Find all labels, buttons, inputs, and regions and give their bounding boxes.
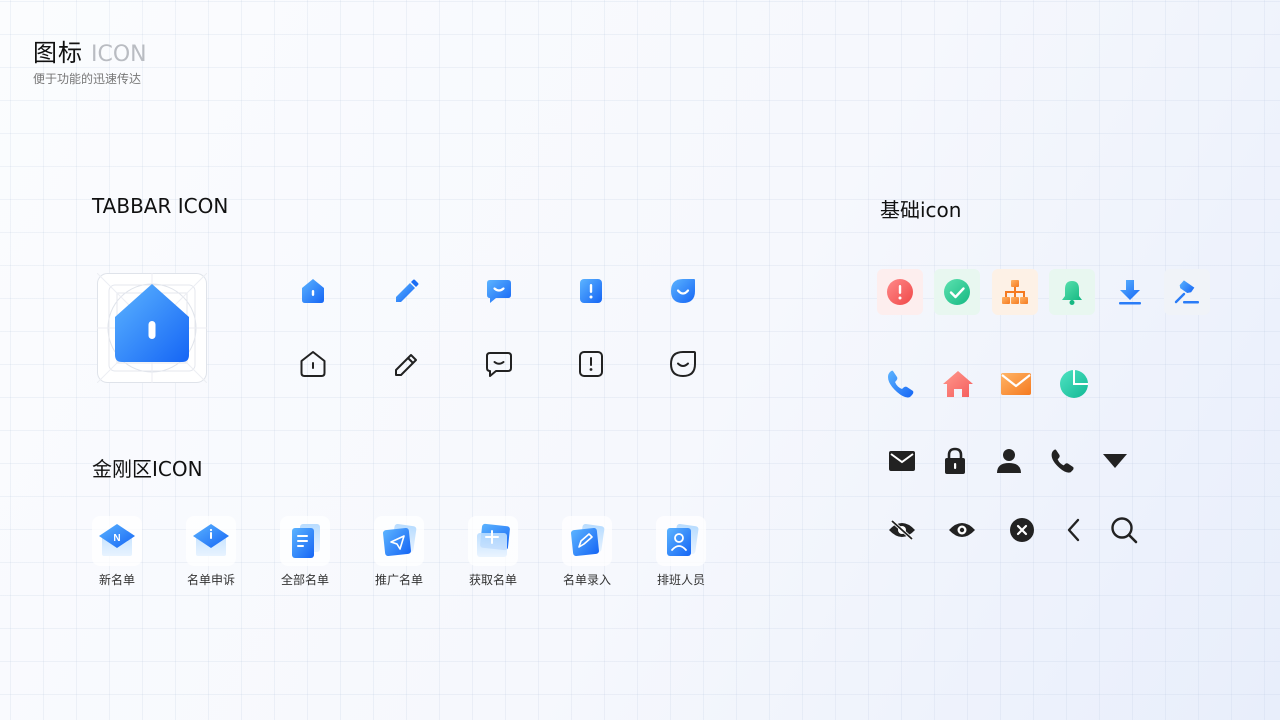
tabbar-smile-filled[interactable] [663, 271, 703, 311]
message-icon [486, 352, 512, 377]
eye-off-icon-wrap[interactable] [882, 510, 922, 550]
pin-icon [1174, 280, 1199, 304]
user-dark-icon-wrap[interactable] [989, 441, 1029, 481]
pencil-icon [396, 279, 419, 302]
tabbar-section-title: TABBAR ICON [92, 194, 229, 218]
mail-color-icon-wrap[interactable] [996, 364, 1036, 404]
alert-icon [579, 351, 603, 377]
download-icon [1119, 280, 1141, 305]
staff-icon [667, 523, 699, 556]
phone-color-icon-wrap[interactable] [880, 364, 920, 404]
home-icon [96, 272, 208, 384]
bell-icon [1062, 281, 1082, 305]
kingkong-label: 全部名单 [280, 573, 329, 587]
check-icon [944, 279, 970, 305]
page-title-text: 图标 [33, 39, 83, 67]
tabbar-message-filled[interactable] [479, 271, 519, 311]
smile-icon [670, 351, 696, 377]
home-icon [300, 351, 326, 377]
tabbar-smile-outline[interactable] [663, 344, 703, 384]
smile-icon [671, 279, 695, 303]
kingkong-item-acquire[interactable]: 获取名单 [458, 516, 528, 588]
tabbar-home-outline[interactable] [293, 344, 333, 384]
eye-icon-wrap[interactable] [942, 510, 982, 550]
kingkong-label: 名单申诉 [186, 573, 235, 587]
tabbar-message-outline[interactable] [479, 344, 519, 384]
home-icon [302, 279, 324, 303]
lock-dark-icon-wrap[interactable] [935, 441, 975, 481]
kingkong-item-appeal[interactable]: 名单申诉 [176, 516, 246, 588]
bell-icon-tile[interactable] [1049, 269, 1095, 315]
basic-section-title: 基础icon [880, 198, 962, 222]
kingkong-label: 推广名单 [374, 573, 423, 587]
lock-icon [945, 447, 965, 474]
kingkong-section-title: 金刚区ICON [92, 457, 203, 481]
error-icon [887, 279, 913, 305]
acquire-icon [477, 523, 510, 557]
svg-text:N: N [113, 533, 120, 544]
page-title: 图标 ICON [33, 33, 147, 68]
check-icon-tile[interactable] [934, 269, 980, 315]
chevron-left-icon [1067, 518, 1080, 542]
tabbar-pencil-filled[interactable] [386, 271, 426, 311]
promote-icon [383, 523, 417, 556]
alert-icon [580, 279, 602, 303]
search-icon [1111, 517, 1138, 544]
kingkong-item-all-lists[interactable]: 全部名单 [270, 516, 340, 588]
mail-icon [1001, 373, 1031, 395]
all-lists-icon [292, 524, 320, 558]
kingkong-item-promote[interactable]: 推广名单 [364, 516, 434, 588]
kingkong-item-new-list[interactable]: N 新名单 [82, 516, 152, 588]
pie-chart-icon [1060, 370, 1088, 398]
org-chart-icon [1002, 280, 1028, 304]
pie-chart-color-icon-wrap[interactable] [1054, 364, 1094, 404]
triangle-down-icon [1103, 454, 1127, 468]
chevron-left-icon-wrap[interactable] [1054, 510, 1094, 550]
phone-icon [1051, 449, 1074, 473]
kingkong-label: 获取名单 [468, 573, 517, 587]
eye-icon [949, 523, 975, 537]
kingkong-item-staff[interactable]: 排班人员 [646, 516, 716, 588]
message-icon [487, 280, 511, 303]
kingkong-label: 名单录入 [562, 573, 611, 587]
phone-dark-icon-wrap[interactable] [1042, 441, 1082, 481]
user-icon [997, 449, 1021, 473]
mail-dark-icon-wrap[interactable] [882, 441, 922, 481]
tabbar-alert-filled[interactable] [571, 271, 611, 311]
tabbar-home-filled[interactable] [293, 271, 333, 311]
close-circle-icon [1010, 518, 1034, 542]
pin-icon-tile[interactable] [1164, 269, 1210, 315]
close-circle-icon-wrap[interactable] [1002, 510, 1042, 550]
org-chart-icon-tile[interactable] [992, 269, 1038, 315]
error-icon-tile[interactable] [877, 269, 923, 315]
triangle-down-icon-wrap[interactable] [1095, 441, 1135, 481]
pencil-icon [395, 354, 417, 376]
eye-off-icon [889, 519, 915, 541]
mail-icon [889, 451, 915, 471]
home-icon-showcase [96, 272, 208, 387]
tabbar-alert-outline[interactable] [571, 344, 611, 384]
page-title-en: ICON [91, 42, 147, 67]
kingkong-label: 新名单 [98, 573, 135, 587]
search-icon-wrap[interactable] [1104, 510, 1144, 550]
home-icon [943, 371, 973, 397]
appeal-icon [193, 524, 229, 556]
download-icon-tile[interactable] [1107, 269, 1153, 315]
kingkong-label: 排班人员 [656, 573, 705, 587]
entry-icon [571, 523, 605, 556]
new-list-icon: N [99, 524, 135, 556]
kingkong-item-entry[interactable]: 名单录入 [552, 516, 622, 588]
home-color-icon-wrap[interactable] [938, 364, 978, 404]
page-subtitle: 便于功能的迅速传达 [33, 72, 142, 86]
phone-icon [888, 370, 914, 398]
tabbar-pencil-outline[interactable] [386, 344, 426, 384]
